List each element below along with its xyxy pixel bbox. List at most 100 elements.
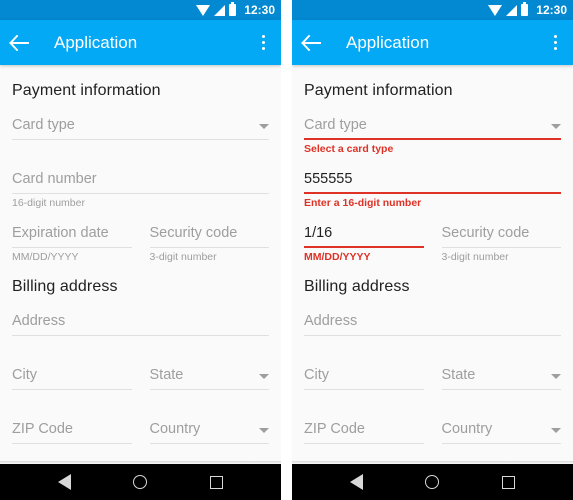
select-state[interactable]: State: [149, 366, 269, 390]
select-card-type[interactable]: Card type: [304, 116, 561, 140]
error-message: MM/DD/YYYY: [304, 251, 371, 263]
battery-icon: [229, 2, 237, 16]
signal-icon: [506, 4, 518, 16]
comparison-stage: 12:30 Application Payment information Car…: [0, 0, 573, 500]
field-row: ZIP Code Country: [304, 406, 561, 460]
form-content: Payment information Card type Card number…: [0, 65, 281, 461]
signal-icon: [214, 4, 226, 16]
nav-home-icon: [425, 475, 440, 489]
dot: [261, 35, 265, 38]
select-country[interactable]: Country: [441, 420, 561, 444]
input-city[interactable]: City: [12, 366, 132, 390]
nav-back-icon: [349, 474, 363, 490]
more-vert-icon[interactable]: [245, 20, 281, 65]
helper-text: 3-digit number: [441, 251, 509, 263]
dot: [553, 35, 557, 38]
field-placeholder: Card type: [304, 117, 367, 133]
field-city[interactable]: City: [12, 352, 132, 406]
phone-valid-state: 12:30 Application Payment information Car…: [0, 0, 281, 500]
nav-recents-button[interactable]: [491, 464, 527, 500]
field-address[interactable]: Address: [12, 298, 269, 352]
field-zip-code[interactable]: ZIP Code: [12, 406, 132, 460]
input-expiration-date[interactable]: Expiration date: [12, 224, 132, 248]
field-security-code[interactable]: Security code 3-digit number: [441, 210, 561, 264]
field-security-code[interactable]: Security code 3-digit number: [149, 210, 269, 264]
android-nav-bar: [0, 464, 281, 500]
status-icon-group: 12:30: [488, 0, 567, 20]
page-title: Application: [346, 32, 430, 52]
input-security-code[interactable]: Security code: [149, 224, 269, 248]
nav-home-button[interactable]: [414, 464, 450, 500]
chevron-down-icon[interactable]: [259, 124, 269, 129]
input-expiration-date[interactable]: 1/16: [304, 224, 424, 248]
status-bar: 12:30: [0, 0, 281, 20]
field-state[interactable]: State: [149, 352, 269, 406]
back-arrow-icon[interactable]: [292, 20, 330, 65]
more-vert-icon[interactable]: [537, 20, 573, 65]
status-clock: 12:30: [536, 3, 567, 17]
field-placeholder: Country: [441, 421, 493, 437]
section-title: Billing address: [304, 278, 410, 295]
input-card-number[interactable]: 555555: [304, 170, 561, 194]
input-card-number[interactable]: Card number: [12, 170, 269, 194]
helper-text: 16-digit number: [12, 197, 85, 209]
chevron-down-icon[interactable]: [551, 374, 561, 379]
field-placeholder: City: [304, 367, 329, 383]
chevron-down-icon[interactable]: [551, 428, 561, 433]
field-expiration-date[interactable]: Expiration date MM/DD/YYYY: [12, 210, 132, 264]
wifi-icon: [488, 4, 503, 16]
nav-back-button[interactable]: [46, 464, 82, 500]
field-card-type[interactable]: Card type: [12, 102, 269, 156]
field-card-number[interactable]: Card number 16-digit number: [12, 156, 269, 210]
section-title: Payment information: [304, 82, 453, 99]
field-country[interactable]: Country: [441, 406, 561, 460]
status-icon-group: 12:30: [196, 0, 275, 20]
chevron-down-icon[interactable]: [259, 374, 269, 379]
field-placeholder: State: [149, 367, 184, 383]
field-placeholder: ZIP Code: [12, 421, 73, 437]
select-country[interactable]: Country: [149, 420, 269, 444]
input-security-code[interactable]: Security code: [441, 224, 561, 248]
input-zip-code[interactable]: ZIP Code: [304, 420, 424, 444]
field-city[interactable]: City: [304, 352, 424, 406]
field-zip-code[interactable]: ZIP Code: [304, 406, 424, 460]
field-expiration-date[interactable]: 1/16 MM/DD/YYYY: [304, 210, 424, 264]
field-row: ZIP Code Country: [12, 406, 269, 460]
nav-home-button[interactable]: [122, 464, 158, 500]
field-row: City State: [304, 352, 561, 406]
app-bar: Application: [292, 20, 573, 65]
field-placeholder: Security code: [441, 225, 530, 241]
helper-text: MM/DD/YYYY: [12, 251, 79, 263]
input-address[interactable]: Address: [12, 312, 269, 336]
status-clock: 12:30: [244, 3, 275, 17]
field-placeholder: Address: [304, 313, 358, 329]
field-placeholder: Security code: [149, 225, 238, 241]
panel-divider: [281, 0, 292, 500]
field-card-number[interactable]: 555555 Enter a 16-digit number: [304, 156, 561, 210]
chevron-down-icon[interactable]: [551, 124, 561, 129]
select-state[interactable]: State: [441, 366, 561, 390]
field-placeholder: ZIP Code: [304, 421, 365, 437]
form-content: Payment information Card type Select a car…: [292, 65, 573, 461]
dot: [261, 41, 265, 44]
error-message: Enter a 16-digit number: [304, 197, 422, 209]
field-state[interactable]: State: [441, 352, 561, 406]
dot: [261, 47, 265, 50]
field-country[interactable]: Country: [149, 406, 269, 460]
section-title: Billing address: [12, 278, 118, 295]
select-card-type[interactable]: Card type: [12, 116, 269, 140]
field-row: 1/16 MM/DD/YYYY Security code 3-digit numbe…: [304, 210, 561, 264]
field-card-type[interactable]: Card type Select a card type: [304, 102, 561, 156]
field-row: City State: [12, 352, 269, 406]
chevron-down-icon[interactable]: [259, 428, 269, 433]
field-value: 1/16: [304, 225, 333, 241]
input-zip-code[interactable]: ZIP Code: [12, 420, 132, 444]
back-arrow-icon[interactable]: [0, 20, 38, 65]
android-nav-bar: [292, 464, 573, 500]
input-city[interactable]: City: [304, 366, 424, 390]
nav-back-button[interactable]: [338, 464, 374, 500]
field-address[interactable]: Address: [304, 298, 561, 352]
error-message: Select a card type: [304, 143, 394, 155]
nav-recents-button[interactable]: [199, 464, 235, 500]
input-address[interactable]: Address: [304, 312, 561, 336]
